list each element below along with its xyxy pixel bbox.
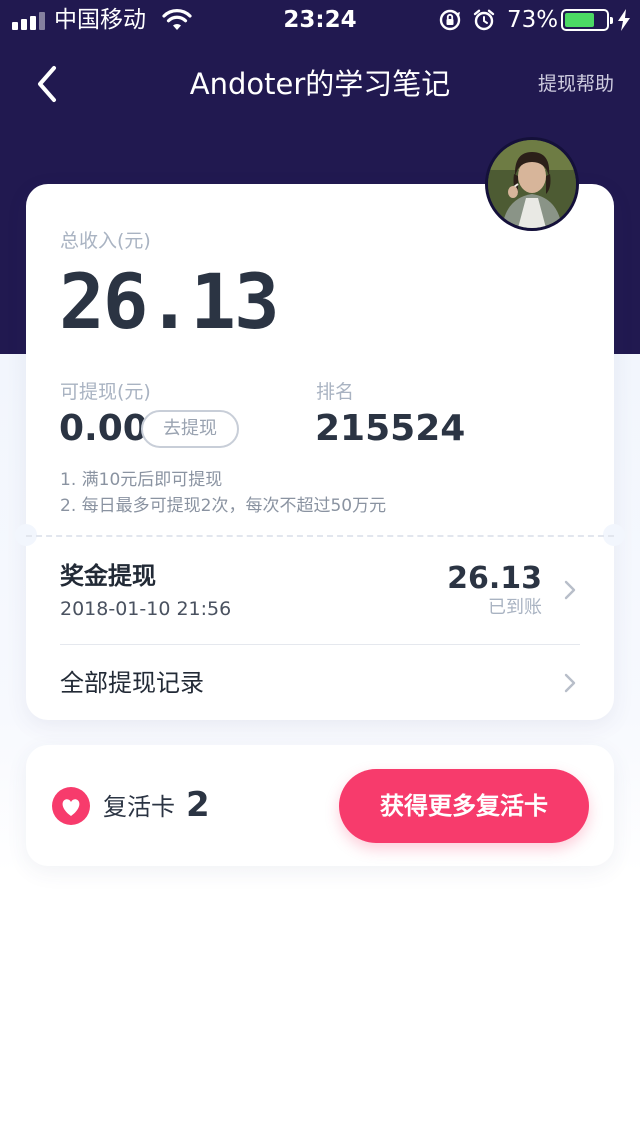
total-income-label: 总收入(元): [60, 230, 151, 252]
status-bar: 中国移动 23:24 73%: [0, 0, 640, 40]
withdrawable-value: 0.00: [59, 408, 148, 449]
row-divider: [60, 644, 580, 645]
page: 中国移动 23:24 73% Andoter的学习笔记 提现帮助 总收入(元) …: [0, 0, 640, 1136]
withdraw-button[interactable]: 去提现: [141, 410, 239, 448]
withdrawable-label: 可提现(元): [60, 381, 151, 403]
rule-item: 2. 每日最多可提现2次，每次不超过50万元: [60, 496, 387, 516]
record-amount: 26.13: [447, 561, 542, 596]
battery-percent: 73%: [507, 7, 559, 33]
withdraw-rules: 1. 满10元后即可提现 2. 每日最多可提现2次，每次不超过50万元: [60, 467, 386, 519]
alarm-icon: [473, 9, 495, 31]
total-income-value: 26.13: [59, 257, 280, 346]
rank-label: 排名: [316, 381, 355, 403]
rule-item: 1. 满10元后即可提现: [60, 470, 223, 490]
get-more-revive-cards-button[interactable]: 获得更多复活卡: [339, 769, 589, 843]
withdraw-help-link[interactable]: 提现帮助: [538, 71, 614, 97]
record-status: 已到账: [488, 597, 542, 618]
heart-shape: [62, 799, 80, 816]
heart-icon: [52, 787, 90, 825]
battery-nub: [610, 17, 613, 24]
all-records-label: 全部提现记录: [60, 669, 204, 697]
battery-icon: [561, 9, 613, 31]
status-icons: [438, 6, 496, 34]
revive-card-label: 复活卡: [103, 793, 175, 821]
card-divider: [26, 535, 614, 537]
chevron-right-icon: [564, 673, 576, 693]
battery-level: [565, 13, 595, 27]
record-title: 奖金提现: [60, 562, 156, 590]
revive-card-count: 2: [186, 785, 210, 825]
avatar[interactable]: [485, 137, 579, 231]
charging-bolt-icon: [618, 9, 630, 31]
rank-value: 215524: [315, 408, 466, 449]
record-datetime: 2018-01-10 21:56: [60, 598, 232, 620]
rotation-lock-icon: [439, 9, 461, 31]
avatar-photo: [488, 140, 576, 228]
chevron-right-icon: [564, 580, 576, 600]
